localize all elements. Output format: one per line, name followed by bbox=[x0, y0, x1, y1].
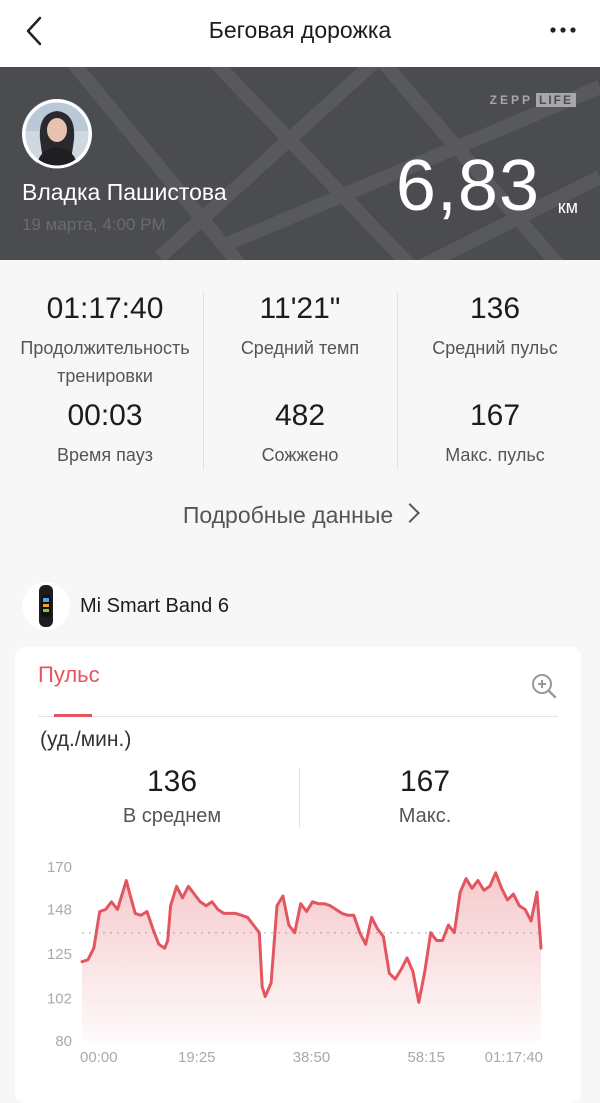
zepp-life-logo: ZEPP LIFE bbox=[490, 93, 576, 107]
more-icon[interactable] bbox=[548, 20, 578, 40]
hr-max-label: Макс. bbox=[398, 805, 452, 827]
workout-header: Владка Пашистова 19 марта, 4:00 PM ZEPP L… bbox=[0, 67, 600, 260]
stat-pause-time: 00:03 Время пауз bbox=[5, 399, 205, 469]
tab-indicator bbox=[54, 714, 92, 717]
stat-label: Продолжительность тренировки bbox=[20, 338, 190, 386]
zoom-in-icon[interactable] bbox=[530, 672, 558, 700]
y-tick-label: 102 bbox=[47, 990, 72, 1007]
stat-label: Средний пульс bbox=[432, 338, 558, 358]
details-link[interactable]: Подробные данные bbox=[0, 502, 600, 529]
nav-bar: Беговая дорожка bbox=[0, 0, 600, 67]
stat-calories: 482 Сожжено bbox=[200, 399, 400, 469]
stat-value: 11'21" bbox=[259, 292, 341, 325]
tab-divider bbox=[38, 716, 558, 717]
stat-label: Сожжено bbox=[261, 445, 339, 465]
distance-unit: км bbox=[557, 197, 578, 217]
details-link-label: Подробные данные bbox=[182, 502, 394, 528]
page-title: Беговая дорожка bbox=[208, 17, 392, 43]
device-name: Mi Smart Band 6 bbox=[80, 595, 229, 617]
stat-label: Время пауз bbox=[57, 445, 153, 465]
x-tick-label: 38:50 bbox=[293, 1049, 331, 1066]
stat-avg-pace: 11'21" Средний темп bbox=[200, 292, 400, 362]
stat-value: 167 bbox=[469, 399, 521, 432]
stat-avg-hr: 136 Средний пульс bbox=[395, 292, 595, 362]
x-tick-label: 00:00 bbox=[80, 1049, 118, 1066]
y-tick-label: 170 bbox=[47, 859, 72, 876]
y-tick-label: 125 bbox=[47, 946, 72, 963]
hr-unit-label: (уд./мин.) bbox=[40, 728, 132, 751]
workout-date: 19 марта, 4:00 PM bbox=[22, 215, 166, 234]
band-icon bbox=[22, 582, 70, 630]
stat-value: 01:17:40 bbox=[46, 292, 164, 325]
tab-heart-rate[interactable]: Пульс bbox=[38, 662, 100, 688]
hr-average-value: 136 bbox=[146, 765, 198, 798]
avatar[interactable] bbox=[22, 99, 92, 169]
x-tick-label: 01:17:40 bbox=[485, 1049, 543, 1066]
chevron-right-icon bbox=[400, 503, 421, 523]
stat-label: Средний темп bbox=[240, 338, 360, 358]
hr-average: 136 В среднем bbox=[42, 765, 302, 828]
stat-label: Макс. пульс bbox=[445, 445, 545, 465]
x-tick-label: 19:25 bbox=[178, 1049, 216, 1066]
user-name: Владка Пашистова bbox=[22, 179, 227, 205]
heart-rate-area bbox=[82, 872, 541, 1041]
stat-duration: 01:17:40 Продолжительность тренировки bbox=[5, 292, 205, 390]
hr-max: 167 Макс. bbox=[295, 765, 555, 828]
y-tick-label: 80 bbox=[55, 1033, 72, 1050]
y-tick-label: 148 bbox=[47, 902, 72, 919]
stat-value: 00:03 bbox=[67, 399, 143, 432]
hr-max-value: 167 bbox=[399, 765, 451, 798]
heart-rate-chart: 170 148 125 102 80 00:00 19:25 38:50 58:15 01:17:… bbox=[47, 859, 543, 1066]
stat-max-hr: 167 Макс. пульс bbox=[395, 399, 595, 469]
x-tick-label: 58:15 bbox=[407, 1049, 445, 1066]
stat-value: 136 bbox=[469, 292, 521, 325]
hr-average-label: В среднем bbox=[122, 805, 222, 827]
stat-value: 482 bbox=[274, 399, 326, 432]
distance-value: 6,83 bbox=[395, 146, 540, 226]
